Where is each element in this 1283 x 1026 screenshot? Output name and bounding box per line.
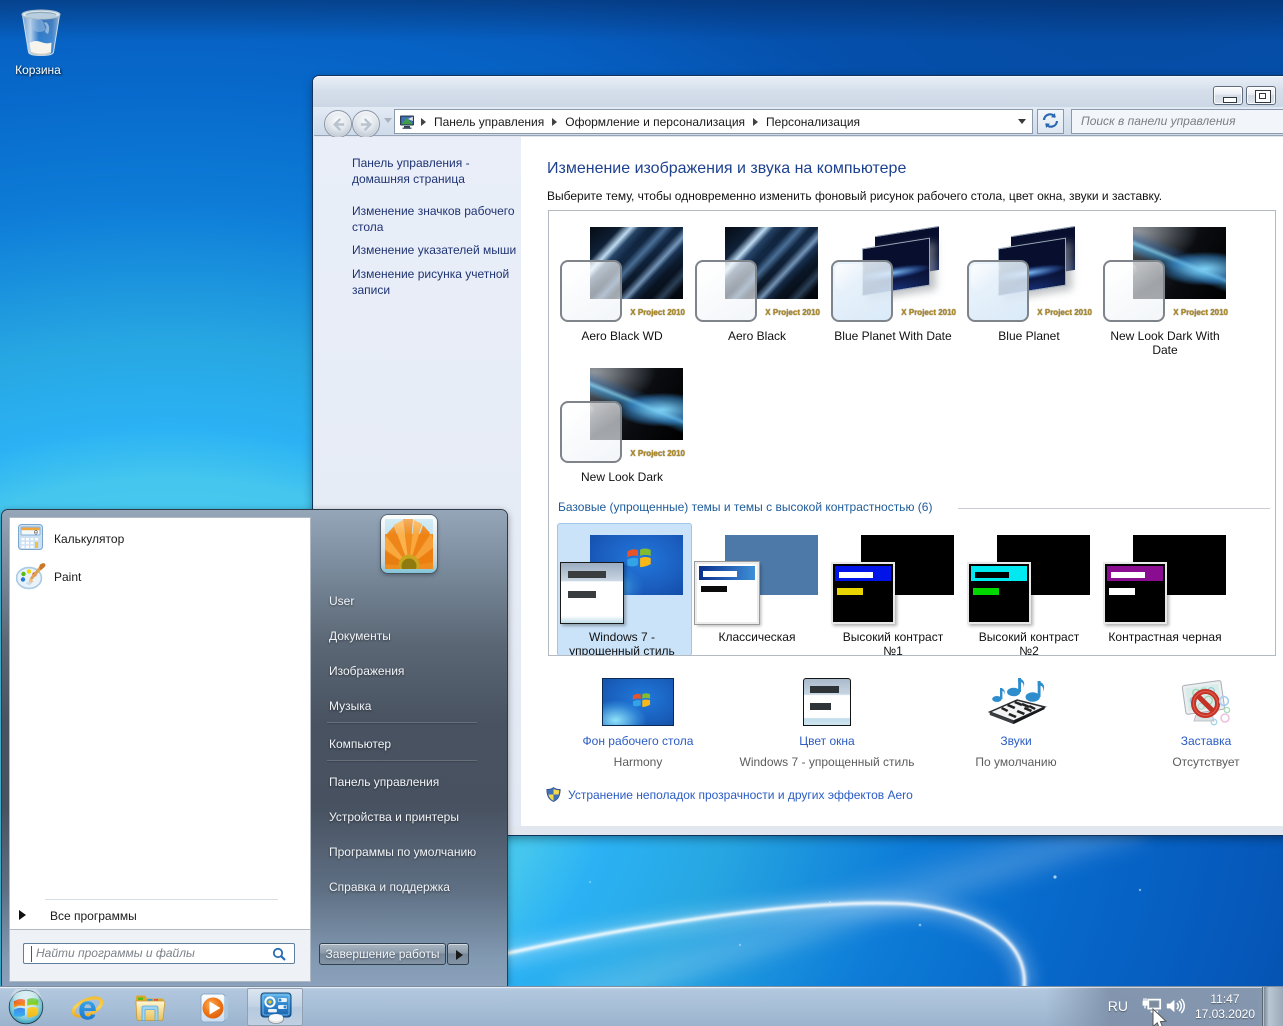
- svg-text:0: 0: [34, 529, 38, 536]
- svg-text:e: e: [78, 991, 97, 1025]
